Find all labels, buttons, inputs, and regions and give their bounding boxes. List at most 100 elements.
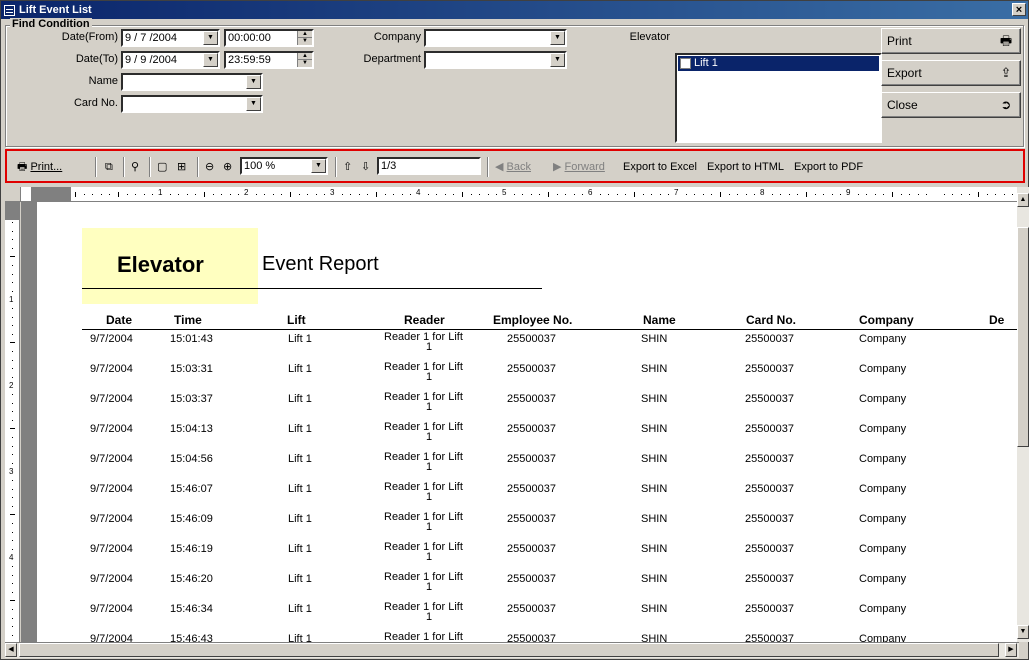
ruler-tick xyxy=(229,194,231,195)
table-row[interactable]: 9/7/2004 15:01:43 Lift 1 25500037 SHIN 255000… xyxy=(37,331,1017,361)
print-button[interactable]: Print 🖶 xyxy=(881,28,1021,54)
name-field[interactable]: ▼ xyxy=(121,73,263,91)
table-row[interactable]: 9/7/2004 15:03:31 Lift 1 25500037 SHIN 255000… xyxy=(37,361,1017,391)
column-header[interactable]: Date xyxy=(106,313,132,327)
table-row[interactable]: 9/7/2004 15:46:19 Lift 1 25500037 SHIN 255000… xyxy=(37,541,1017,571)
close-button-label: Close xyxy=(887,98,918,112)
table-row[interactable]: 9/7/2004 15:46:20 Lift 1 25500037 SHIN 255000… xyxy=(37,571,1017,601)
vertical-scrollbar[interactable]: ▲ ▼ xyxy=(1017,187,1029,642)
table-row[interactable]: 9/7/2004 15:46:43 Lift 1 25500037 SHIN 255000… xyxy=(37,631,1017,642)
chevron-down-icon[interactable]: ▼ xyxy=(246,97,261,111)
export-excel-button[interactable]: Export to Excel xyxy=(623,159,697,175)
table-row[interactable]: 9/7/2004 15:04:56 Lift 1 25500037 SHIN 255000… xyxy=(37,451,1017,481)
table-cell: Reader 1 for Lift xyxy=(384,511,463,523)
column-header[interactable]: Time xyxy=(174,313,202,327)
forward-button[interactable]: ▶ Forward xyxy=(553,159,605,175)
column-header[interactable]: Name xyxy=(643,313,676,327)
ruler-tick xyxy=(341,194,343,195)
ruler-number: 6 xyxy=(588,188,593,197)
chevron-down-icon[interactable]: ▼ xyxy=(203,53,218,67)
scroll-right-icon[interactable]: ▶ xyxy=(1005,643,1017,657)
name-label: Name xyxy=(88,75,118,87)
time-from-spinner[interactable]: ▲ ▼ xyxy=(297,31,312,45)
previous-page-icon[interactable]: ⇧ xyxy=(343,159,352,175)
company-field[interactable]: ▼ xyxy=(424,29,567,47)
column-header[interactable]: Company xyxy=(859,313,914,327)
binoculars-icon[interactable]: ⚲ xyxy=(131,159,139,175)
export-pdf-button[interactable]: Export to PDF xyxy=(794,159,863,175)
ruler-tick xyxy=(720,192,721,197)
scroll-left-icon[interactable]: ◀ xyxy=(5,643,17,657)
time-to-spinner[interactable]: ▲ ▼ xyxy=(297,53,312,67)
zoom-in-icon[interactable]: ⊕ xyxy=(223,159,232,175)
vscroll-thumb[interactable] xyxy=(1017,227,1029,447)
ruler-corner xyxy=(5,187,21,201)
chevron-down-icon[interactable]: ▼ xyxy=(311,159,326,173)
table-row[interactable]: 9/7/2004 15:46:07 Lift 1 25500037 SHIN 255000… xyxy=(37,481,1017,511)
table-row[interactable]: 9/7/2004 15:46:34 Lift 1 25500037 SHIN 255000… xyxy=(37,601,1017,631)
time-from-field[interactable]: 00:00:00 ▲ ▼ xyxy=(224,29,314,47)
next-page-icon[interactable]: ⇩ xyxy=(361,159,370,175)
vruler-tick xyxy=(12,574,13,576)
table-cell: 25500037 xyxy=(745,573,794,585)
multi-page-icon[interactable]: ⊞ xyxy=(177,159,186,175)
table-cell: SHIN xyxy=(641,363,668,375)
table-row[interactable]: 9/7/2004 15:04:13 Lift 1 25500037 SHIN 255000… xyxy=(37,421,1017,451)
checkbox-icon[interactable] xyxy=(680,58,691,69)
export-icon: ⇪ xyxy=(1000,65,1012,80)
time-to-field[interactable]: 23:59:59 ▲ ▼ xyxy=(224,51,314,69)
print-preview-button[interactable]: 🖶 Print... xyxy=(17,159,62,175)
ruler-tick xyxy=(625,194,627,195)
column-header[interactable]: De xyxy=(989,313,1004,327)
ruler-tick xyxy=(444,194,446,195)
table-row[interactable]: 9/7/2004 15:46:09 Lift 1 25500037 SHIN 255000… xyxy=(37,511,1017,541)
ruler-tick xyxy=(427,194,429,195)
date-from-field[interactable]: 9 / 7 /2004 ▼ xyxy=(121,29,220,47)
table-cell: 25500037 xyxy=(507,543,556,555)
table-cell: SHIN xyxy=(641,543,668,555)
export-button[interactable]: Export ⇪ xyxy=(881,60,1021,86)
department-field[interactable]: ▼ xyxy=(424,51,567,69)
scroll-up-icon[interactable]: ▲ xyxy=(1017,193,1029,207)
ruler-number: 8 xyxy=(760,188,765,197)
column-header[interactable]: Lift xyxy=(287,313,306,327)
column-header[interactable]: Reader xyxy=(404,313,445,327)
page-field[interactable]: 1/3 xyxy=(377,157,481,175)
ruler-tick xyxy=(608,194,610,195)
ruler-tick xyxy=(694,194,696,195)
ruler-number: 4 xyxy=(416,188,421,197)
table-cell: 25500037 xyxy=(745,333,794,345)
scroll-down-icon[interactable]: ▼ xyxy=(1017,625,1029,639)
hscroll-thumb[interactable] xyxy=(19,643,999,657)
ruler-tick xyxy=(462,192,463,197)
table-cell: 15:03:37 xyxy=(170,393,213,405)
chevron-down-icon[interactable]: ▼ xyxy=(203,31,218,45)
vruler-tick xyxy=(12,531,13,533)
back-button[interactable]: ◀ Back xyxy=(495,159,531,175)
single-page-icon[interactable]: ▢ xyxy=(157,159,167,175)
zoom-select[interactable]: 100 % ▼ xyxy=(240,157,328,175)
export-html-button[interactable]: Export to HTML xyxy=(707,159,784,175)
table-cell: Lift 1 xyxy=(288,603,312,615)
card-field[interactable]: ▼ xyxy=(121,95,263,113)
table-cell: 1 xyxy=(426,431,433,443)
chevron-down-icon[interactable]: ▼ xyxy=(246,75,261,89)
close-button[interactable]: Close ➲ xyxy=(881,92,1021,118)
vruler-tick xyxy=(12,351,13,352)
table-cell: 25500037 xyxy=(745,483,794,495)
column-header[interactable]: Employee No. xyxy=(493,313,572,327)
copy-icon[interactable]: ⧉ xyxy=(105,159,113,175)
elevator-listbox[interactable]: Lift 1 xyxy=(675,53,882,143)
find-condition-group: Find Condition Date(From) 9 / 7 /2004 ▼ … xyxy=(5,18,1024,147)
date-to-field[interactable]: 9 / 9 /2004 ▼ xyxy=(121,51,220,69)
report-viewport[interactable]: Elevator Event Report Date Time Lift Reader… xyxy=(21,202,1017,642)
table-row[interactable]: 9/7/2004 15:03:37 Lift 1 25500037 SHIN 255000… xyxy=(37,391,1017,421)
chevron-down-icon[interactable]: ▼ xyxy=(550,53,565,67)
column-header[interactable]: Card No. xyxy=(746,313,796,327)
elevator-item-lift-1[interactable]: Lift 1 xyxy=(678,56,879,71)
chevron-down-icon[interactable]: ▼ xyxy=(550,31,565,45)
zoom-out-icon[interactable]: ⊖ xyxy=(205,159,214,175)
table-cell: 15:46:43 xyxy=(170,633,213,642)
close-icon[interactable]: × xyxy=(1012,3,1026,16)
horizontal-scrollbar[interactable]: ◀ ▶ xyxy=(5,642,1019,658)
